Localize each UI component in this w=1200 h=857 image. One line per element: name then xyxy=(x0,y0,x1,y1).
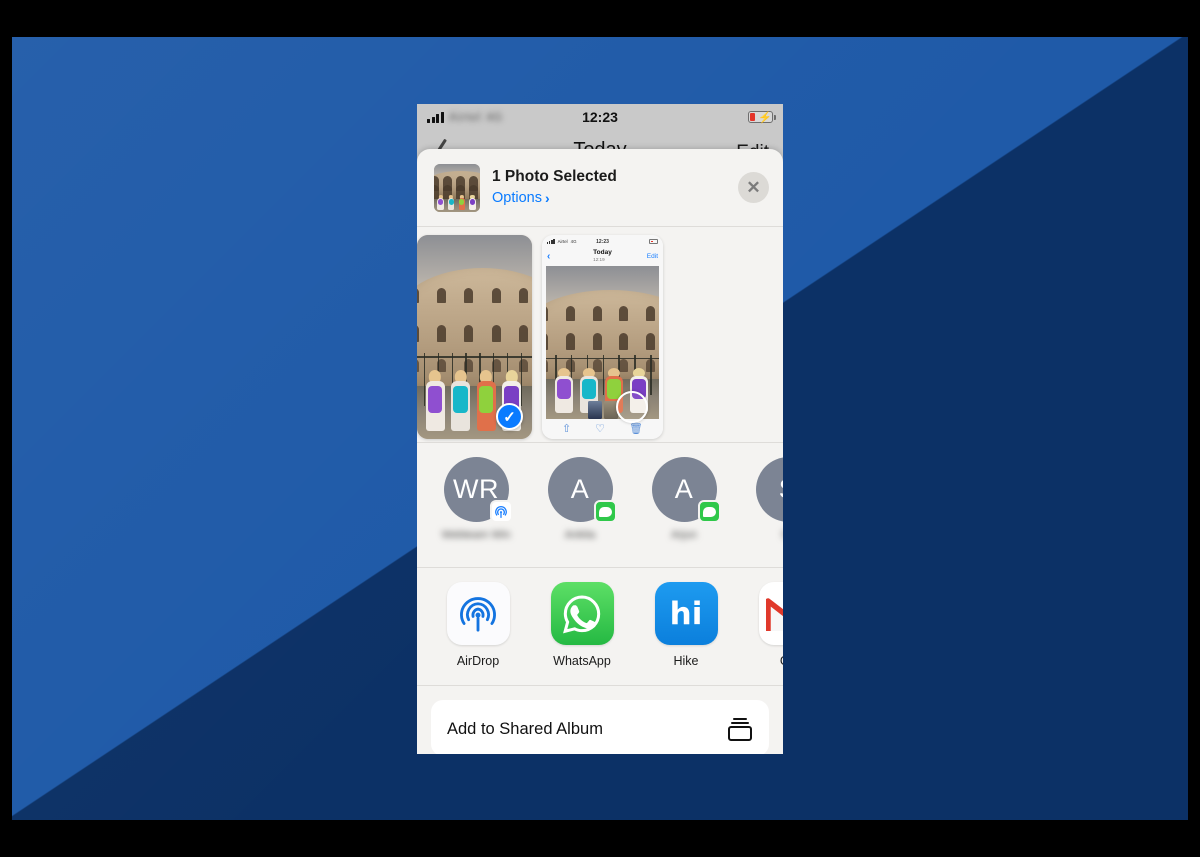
nested-subtitle: 12:19 xyxy=(593,257,612,263)
avatar: S xyxy=(756,457,784,522)
selected-photo-thumbnail[interactable] xyxy=(434,164,480,212)
shared-album-icon xyxy=(727,716,753,742)
contact-suggestions-row[interactable]: WR Webteam Win A xyxy=(417,443,783,568)
trash-icon[interactable]: 🗑 xyxy=(629,424,643,435)
contact-name: Ankita xyxy=(539,529,621,542)
status-bar-left: Airtel 4G xyxy=(427,110,503,124)
messages-icon xyxy=(698,500,721,523)
nested-clock: 12:23 xyxy=(542,239,663,245)
avatar-initials: A xyxy=(675,474,694,505)
gmail-icon xyxy=(759,582,784,645)
nested-status-bar: Airtel 4G 12:23 xyxy=(542,235,663,246)
action-add-to-shared-album[interactable]: Add to Shared Album xyxy=(431,700,769,754)
nested-navigation-bar: ‹ Today 12:19 Edit xyxy=(542,246,663,266)
avatar: WR xyxy=(444,457,509,522)
back-icon[interactable]: ‹ xyxy=(547,251,550,262)
share-sheet-header: 1 Photo Selected Options › ✕ xyxy=(417,149,783,227)
options-label: Options xyxy=(492,188,542,208)
photo-card-screenshot[interactable]: Airtel 4G 12:23 ‹ Today 12:19 Edit xyxy=(542,235,663,439)
contact-item[interactable]: WR Webteam Win xyxy=(435,457,517,542)
avatar: A xyxy=(548,457,613,522)
status-bar-right: ⚡ xyxy=(748,111,773,123)
app-label: Hike xyxy=(647,654,725,668)
contact-name: Sh xyxy=(747,529,783,542)
app-item-gmail[interactable]: Gm xyxy=(751,582,783,668)
network-label: 4G xyxy=(486,110,503,124)
app-label: Gm xyxy=(751,654,783,668)
contact-item[interactable]: A Ankita xyxy=(539,457,621,542)
options-link[interactable]: Options › xyxy=(492,188,726,208)
nested-title: Today xyxy=(593,249,612,257)
contact-item[interactable]: A Arjun xyxy=(643,457,725,542)
app-label: WhatsApp xyxy=(543,654,621,668)
airdrop-icon xyxy=(490,500,513,523)
contact-name: Arjun xyxy=(643,529,725,542)
app-item-hike[interactable]: hi Hike xyxy=(647,582,725,668)
status-bar: Airtel 4G 12:23 ⚡ xyxy=(417,104,783,130)
action-label: Add to Shared Album xyxy=(447,720,603,739)
actions-card: Add to Shared Album xyxy=(431,700,769,754)
hike-glyph: hi xyxy=(670,596,703,632)
avatar-initials: A xyxy=(571,474,590,505)
nested-title-group: Today 12:19 xyxy=(593,249,612,263)
airdrop-icon xyxy=(447,582,510,645)
nested-battery-icon xyxy=(649,239,658,244)
close-icon[interactable]: ✕ xyxy=(738,172,769,203)
carrier-label: Airtel xyxy=(449,110,481,124)
contact-item[interactable]: S Sh xyxy=(747,457,783,542)
signal-bars-icon xyxy=(427,112,444,123)
share-icon[interactable]: ⇧ xyxy=(562,424,571,435)
app-label: AirDrop xyxy=(439,654,517,668)
share-sheet-title: 1 Photo Selected xyxy=(492,167,726,187)
nested-toolbar: ⇧ ♡ 🗑 xyxy=(542,419,663,439)
heart-icon[interactable]: ♡ xyxy=(595,424,605,435)
battery-charging-icon: ⚡ xyxy=(748,111,773,123)
share-sheet: 1 Photo Selected Options › ✕ xyxy=(417,149,783,754)
selected-check-icon[interactable]: ✓ xyxy=(496,403,523,430)
share-sheet-header-text: 1 Photo Selected Options › xyxy=(492,167,726,208)
chevron-right-icon: › xyxy=(545,188,550,208)
app-suggestions-row[interactable]: AirDrop WhatsApp hi Hike xyxy=(417,568,783,686)
avatar: A xyxy=(652,457,717,522)
photo-card-selected[interactable]: ✓ xyxy=(417,235,532,439)
contact-name: Webteam Win xyxy=(435,529,517,542)
app-item-whatsapp[interactable]: WhatsApp xyxy=(543,582,621,668)
tap-ring-indicator xyxy=(616,391,648,423)
whatsapp-icon xyxy=(551,582,614,645)
messages-icon xyxy=(594,500,617,523)
avatar-initials: S xyxy=(779,474,783,505)
photo-preview-strip[interactable]: ✓ Airtel 4G 12:23 ‹ xyxy=(417,227,783,443)
phone-screenshot: Airtel 4G 12:23 ⚡ Today Edit xyxy=(417,104,783,754)
app-item-airdrop[interactable]: AirDrop xyxy=(439,582,517,668)
nested-edit-button[interactable]: Edit xyxy=(647,253,658,260)
hike-icon: hi xyxy=(655,582,718,645)
